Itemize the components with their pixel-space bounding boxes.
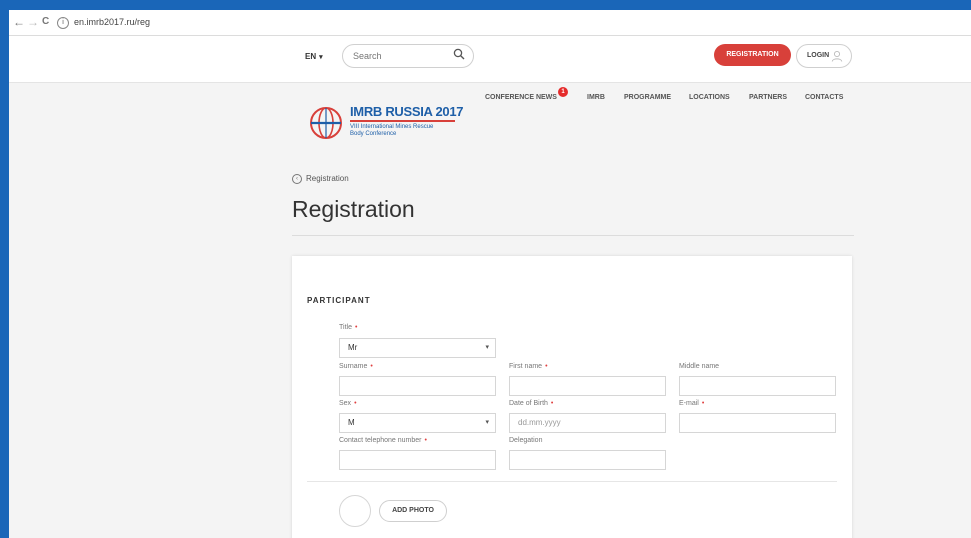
forward-arrow-icon[interactable]: → (27, 15, 39, 29)
title-divider (292, 235, 854, 236)
login-label: LOGIN (807, 52, 830, 59)
title-select-value: Mr (348, 343, 358, 352)
browser-window: ← → C ien.imrb2017.ru/reg EN▾ REGISTRATI… (9, 10, 971, 538)
sex-field-label: Sex • (339, 400, 357, 407)
logo-subtitle-line-1: VIII International Mines Rescue (350, 124, 434, 130)
nav-item-locations[interactable]: LOCATIONS (689, 94, 730, 101)
phone-field-label: Contact telephone number • (339, 437, 427, 444)
logo-underline (350, 120, 455, 122)
delegation-field-label: Delegation (509, 437, 543, 444)
sex-select-value: M (348, 418, 355, 427)
email-field-label: E-mail • (679, 400, 705, 407)
email-input[interactable] (679, 413, 836, 433)
middle-name-input[interactable] (679, 376, 836, 396)
add-photo-button[interactable]: ADD PHOTO (379, 500, 447, 522)
first-name-input[interactable] (509, 376, 666, 396)
nav-item-partners[interactable]: PARTNERS (749, 94, 787, 101)
middle-name-field-label: Middle name (679, 363, 720, 370)
language-label: EN (305, 52, 317, 61)
site-header: EN▾ REGISTRATION LOGIN (9, 36, 971, 83)
globe-logo-icon (310, 107, 342, 139)
nav-item-imrb[interactable]: IMRB (587, 94, 605, 101)
registration-form-card: PARTICIPANT Title • Mr ▾ Surname • First n… (292, 256, 852, 538)
dob-field-label: Date of Birth • (509, 400, 554, 407)
first-name-field-label: First name • (509, 363, 548, 370)
site-logo[interactable]: IMRB RUSSIA 2017 VIII International Mine… (305, 102, 464, 144)
chevron-left-icon: ‹ (292, 174, 302, 184)
delegation-input[interactable] (509, 450, 666, 470)
back-arrow-icon[interactable]: ← (13, 15, 25, 29)
phone-input[interactable] (339, 450, 496, 470)
logo-subtitle-line-2: Body Conference (350, 131, 397, 137)
user-icon (831, 50, 843, 62)
language-selector[interactable]: EN ▾ (305, 52, 323, 61)
search-input[interactable] (353, 48, 443, 63)
chevron-down-icon: ▾ (319, 54, 323, 61)
breadcrumb-label: Registration (306, 174, 349, 184)
photo-placeholder (339, 495, 371, 527)
chevron-down-icon: ▾ (485, 419, 489, 426)
surname-input[interactable] (339, 376, 496, 396)
section-title: PARTICIPANT (307, 296, 371, 305)
address-bar[interactable]: i en.imrb2017.ru/reg (57, 13, 961, 31)
breadcrumb[interactable]: ‹ Registration (292, 174, 349, 184)
news-count-badge: 1 (558, 87, 568, 97)
reload-icon[interactable]: C (42, 15, 49, 29)
surname-field-label: Surname • (339, 363, 373, 370)
nav-item-contacts[interactable]: CONTACTS (805, 94, 843, 101)
sex-select[interactable]: M ▾ (339, 413, 496, 433)
logo-name: IMRB RUSSIA 2017 (350, 104, 464, 119)
title-select[interactable]: Mr ▾ (339, 338, 496, 358)
nav-item-conference-news[interactable]: CONFERENCE NEWS (485, 94, 557, 101)
site-info-icon[interactable]: i (57, 16, 69, 29)
dob-input[interactable]: dd.mm.yyyy (509, 413, 666, 433)
form-divider (307, 481, 837, 482)
registration-button[interactable]: REGISTRATION (714, 44, 791, 66)
nav-item-programme[interactable]: PROGRAMME (624, 94, 671, 101)
search-icon[interactable] (453, 48, 465, 60)
search-box (342, 44, 474, 68)
login-button[interactable]: LOGIN (796, 44, 852, 68)
title-field-label: Title • (339, 324, 358, 331)
address-url: en.imrb2017.ru/reg (74, 17, 151, 27)
chevron-down-icon: ▾ (485, 344, 489, 351)
browser-toolbar: ← → C i en.imrb2017.ru/reg (9, 10, 971, 36)
page-title: Registration (292, 196, 415, 222)
